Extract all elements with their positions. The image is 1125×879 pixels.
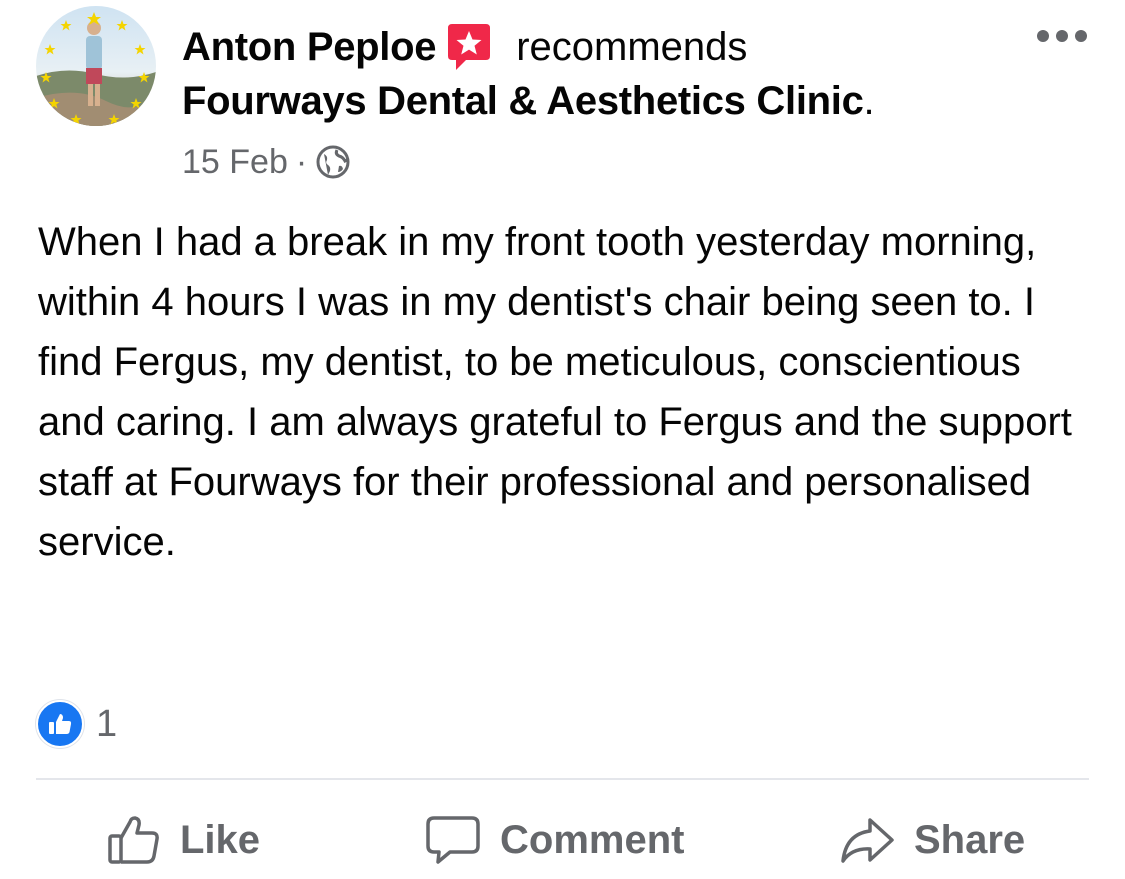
thumbs-up-icon [36,700,84,748]
page-name[interactable]: Fourways Dental & Aesthetics Clinic [182,79,864,124]
action-bar: Like Comment Share [0,800,1125,879]
post-body: When I had a break in my front tooth yes… [38,220,1072,564]
like-button[interactable]: Like [106,800,260,879]
avatar-image [36,6,156,126]
reaction-count: 1 [96,702,118,745]
post-date[interactable]: 15 Feb [182,143,288,182]
more-dot [1075,30,1087,42]
comment-label: Comment [500,817,685,862]
globe-icon[interactable] [315,144,351,180]
post-header: Anton Peploe recommends Fourways Dental … [182,22,1042,188]
more-dot [1037,30,1049,42]
like-label: Like [180,817,261,862]
more-options-icon[interactable] [1037,26,1087,46]
header-line: Anton Peploe recommends [182,22,1042,72]
meta-separator: · [295,142,308,181]
recommend-star-icon [444,22,494,72]
page-name-period: . [863,78,875,123]
comment-button[interactable]: Comment [424,800,684,879]
recommends-text: recommends [516,24,748,69]
divider [36,778,1089,780]
header-page-line: Fourways Dental & Aesthetics Clinic. [182,72,1042,130]
more-dot [1056,30,1068,42]
reactions-summary[interactable]: 1 [36,700,117,748]
avatar[interactable] [36,6,156,126]
author-name[interactable]: Anton Peploe [182,25,436,70]
like-icon [106,812,162,868]
post-meta: 15 Feb · [182,136,1042,188]
comment-icon [424,812,482,868]
share-button[interactable]: Share [838,800,1025,879]
share-label: Share [914,817,1026,862]
share-icon [838,812,896,868]
